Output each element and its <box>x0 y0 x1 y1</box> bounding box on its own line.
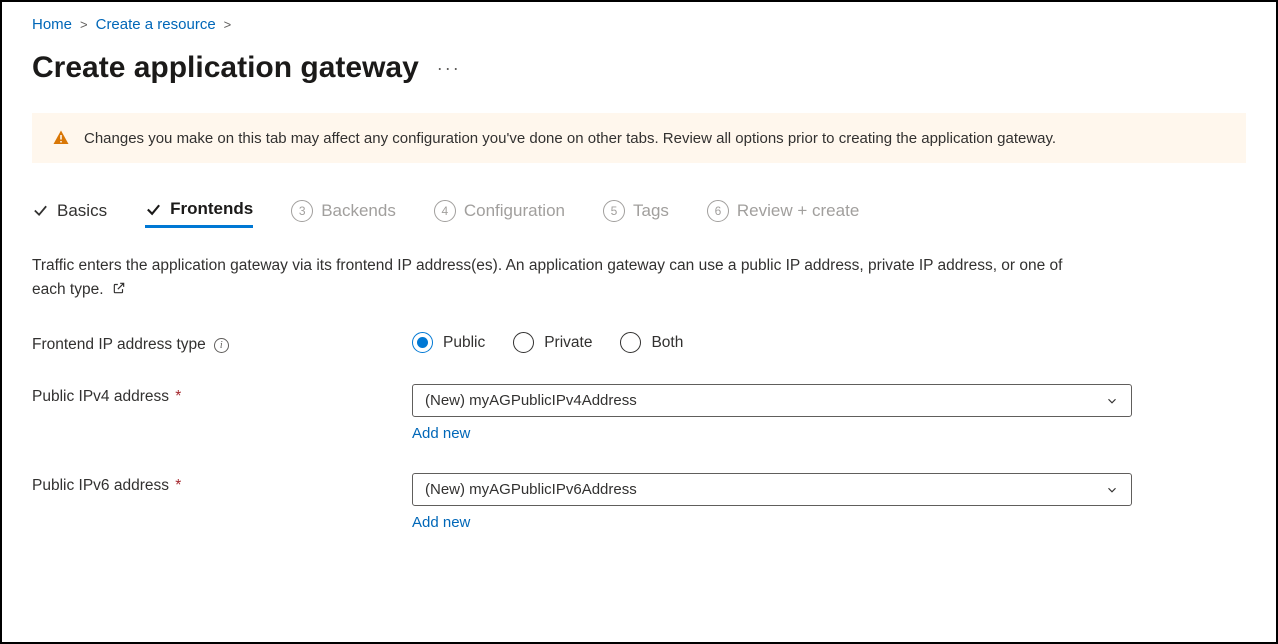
chevron-down-icon <box>1105 394 1119 408</box>
tab-configuration[interactable]: 4 Configuration <box>434 200 565 228</box>
radio-private[interactable]: Private <box>513 332 592 353</box>
more-actions-button[interactable]: ··· <box>437 58 461 79</box>
dropdown-value: (New) myAGPublicIPv6Address <box>425 481 637 498</box>
tab-number-icon: 3 <box>291 200 313 222</box>
frontend-ip-type-radio-group: Public Private Both <box>412 332 1132 353</box>
external-link-icon[interactable] <box>112 281 126 295</box>
add-new-ipv4-link[interactable]: Add new <box>412 425 470 442</box>
breadcrumb-create-resource[interactable]: Create a resource <box>96 16 216 33</box>
tab-backends[interactable]: 3 Backends <box>291 200 396 228</box>
public-ipv6-dropdown[interactable]: (New) myAGPublicIPv6Address <box>412 473 1132 506</box>
chevron-down-icon <box>1105 483 1119 497</box>
radio-label: Public <box>443 334 485 352</box>
dropdown-value: (New) myAGPublicIPv4Address <box>425 392 637 409</box>
public-ipv4-dropdown[interactable]: (New) myAGPublicIPv4Address <box>412 384 1132 417</box>
radio-icon <box>513 332 534 353</box>
info-icon[interactable]: i <box>214 338 229 353</box>
check-icon <box>32 202 49 219</box>
tab-review-create[interactable]: 6 Review + create <box>707 200 859 228</box>
tab-basics[interactable]: Basics <box>32 201 107 227</box>
tab-label: Backends <box>321 201 396 221</box>
tab-label: Frontends <box>170 199 253 219</box>
breadcrumb: Home > Create a resource > <box>32 16 1246 33</box>
radio-icon <box>620 332 641 353</box>
tab-description: Traffic enters the application gateway v… <box>32 254 1092 302</box>
wizard-tabs: Basics Frontends 3 Backends 4 Configurat… <box>32 199 1246 228</box>
tab-label: Tags <box>633 201 669 221</box>
tab-label: Review + create <box>737 201 859 221</box>
check-icon <box>145 201 162 218</box>
tab-tags[interactable]: 5 Tags <box>603 200 669 228</box>
add-new-ipv6-link[interactable]: Add new <box>412 514 470 531</box>
breadcrumb-home[interactable]: Home <box>32 16 72 33</box>
radio-both[interactable]: Both <box>620 332 683 353</box>
radio-icon <box>412 332 433 353</box>
breadcrumb-sep: > <box>80 17 88 32</box>
tab-frontends[interactable]: Frontends <box>145 199 253 228</box>
radio-public[interactable]: Public <box>412 332 485 353</box>
page-title: Create application gateway <box>32 51 419 85</box>
warning-icon <box>52 129 70 147</box>
tab-number-icon: 4 <box>434 200 456 222</box>
tab-number-icon: 6 <box>707 200 729 222</box>
warning-banner: Changes you make on this tab may affect … <box>32 113 1246 163</box>
frontend-ip-type-label: Frontend IP address type <box>32 336 206 354</box>
tab-number-icon: 5 <box>603 200 625 222</box>
warning-text: Changes you make on this tab may affect … <box>84 130 1056 147</box>
public-ipv4-label: Public IPv4 address * <box>32 388 181 406</box>
breadcrumb-sep: > <box>224 17 232 32</box>
radio-label: Private <box>544 334 592 352</box>
tab-label: Configuration <box>464 201 565 221</box>
public-ipv6-label: Public IPv6 address * <box>32 477 181 495</box>
tab-label: Basics <box>57 201 107 221</box>
radio-label: Both <box>651 334 683 352</box>
